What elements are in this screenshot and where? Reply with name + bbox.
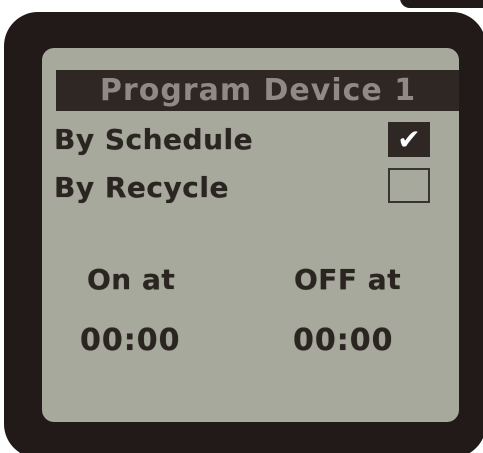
lcd-screen: Program Device 1 By Schedule ✔ By Recycl… bbox=[42, 48, 459, 422]
on-at-label: On at bbox=[87, 263, 176, 296]
option-by-schedule-label: By Schedule bbox=[54, 123, 254, 156]
off-time-value[interactable]: 00:00 bbox=[293, 322, 394, 360]
option-by-recycle-label: By Recycle bbox=[54, 171, 229, 204]
checkmark-icon: ✔ bbox=[397, 123, 421, 156]
on-time-value[interactable]: 00:00 bbox=[80, 322, 181, 360]
device-stage: Program Device 1 By Schedule ✔ By Recycl… bbox=[0, 0, 483, 453]
by-recycle-checkbox[interactable] bbox=[388, 168, 430, 203]
screen-title: Program Device 1 bbox=[99, 73, 417, 108]
by-schedule-checkbox[interactable]: ✔ bbox=[388, 122, 430, 157]
title-bar: Program Device 1 bbox=[56, 70, 459, 111]
device-top-tab bbox=[400, 0, 483, 8]
off-at-label: OFF at bbox=[294, 263, 402, 296]
